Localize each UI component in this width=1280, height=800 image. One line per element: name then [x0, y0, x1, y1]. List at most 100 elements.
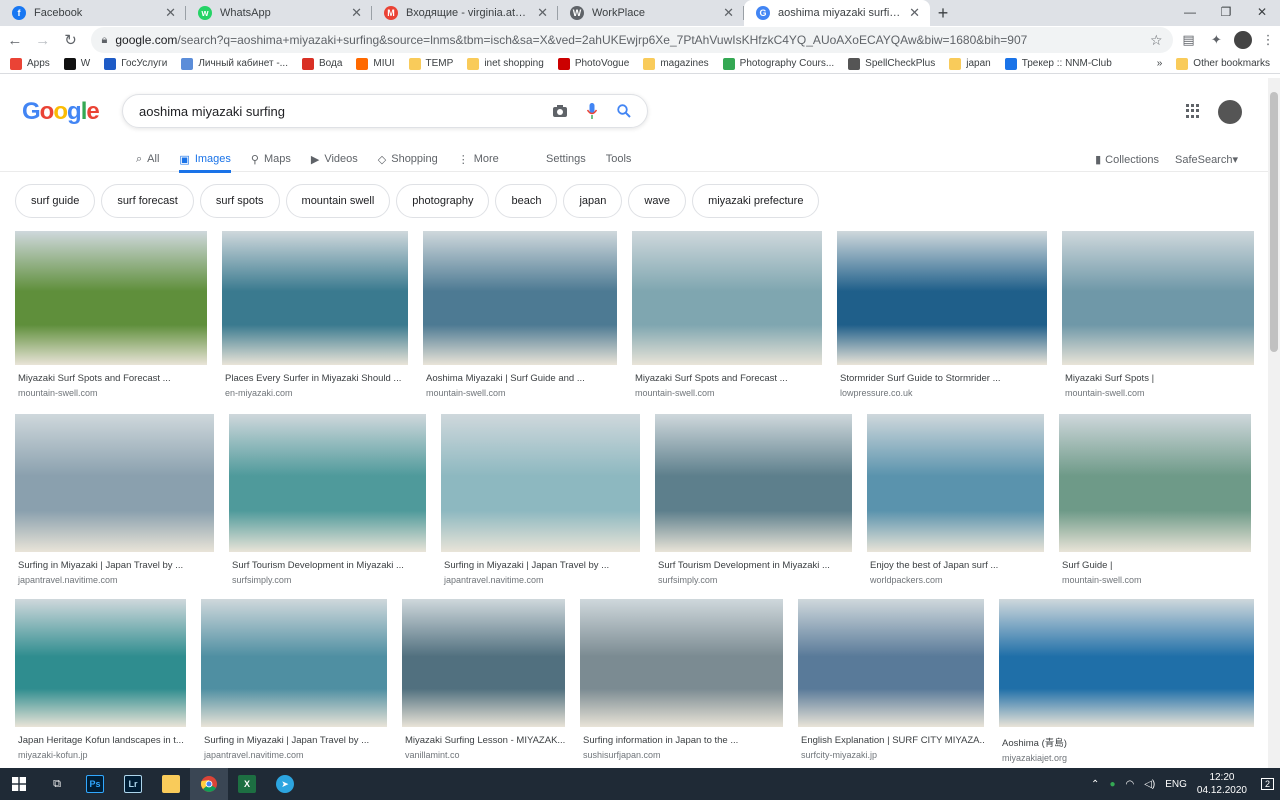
puzzle-extensions-icon[interactable]: ✦ [1204, 28, 1228, 52]
bookmark-item[interactable]: Вода [302, 57, 342, 70]
result-source[interactable]: surfcity-miyazaki.jp [798, 750, 984, 760]
google-logo[interactable]: Google [22, 98, 100, 126]
result-title[interactable]: Aoshima Miyazaki | Surf Guide and ... [423, 373, 617, 384]
bookmark-item[interactable]: MIUI [356, 57, 395, 70]
related-chip[interactable]: mountain swell [285, 184, 391, 218]
result-source[interactable]: japantravel.navitime.com [441, 575, 640, 585]
result-title[interactable]: Surfing in Miyazaki | Japan Travel by ..… [441, 560, 640, 571]
scrollbar-thumb[interactable] [1270, 92, 1278, 352]
collections-link[interactable]: ▮ Collections [1095, 153, 1159, 166]
bookmark-item[interactable]: PhotoVogue [557, 57, 629, 70]
tools-link[interactable]: Tools [606, 153, 632, 165]
new-tab-button[interactable]: + [930, 0, 956, 26]
result-thumbnail[interactable] [655, 414, 852, 552]
result-title[interactable]: Places Every Surfer in Miyazaki Should .… [222, 373, 408, 384]
google-apps-icon[interactable] [1186, 104, 1200, 118]
tray-overflow-icon[interactable]: ⌃ [1091, 779, 1099, 790]
tray-app-icon[interactable]: ● [1109, 779, 1115, 790]
search-icon[interactable] [613, 100, 635, 122]
result-title[interactable]: Surfing in Miyazaki | Japan Travel by ..… [15, 560, 214, 571]
result-thumbnail[interactable] [798, 599, 984, 727]
image-result[interactable]: Surfing in Miyazaki | Japan Travel by ..… [15, 414, 214, 585]
excel-icon[interactable]: X [228, 768, 266, 800]
bookmark-item[interactable]: magazines [643, 57, 709, 70]
bookmark-item[interactable]: japan [949, 57, 991, 70]
minimize-icon[interactable]: — [1172, 0, 1208, 24]
notifications-icon[interactable]: 2 [1260, 778, 1274, 790]
wifi-icon[interactable]: ◠ [1125, 779, 1134, 790]
browser-menu-icon[interactable]: ⋮ [1256, 28, 1280, 52]
chrome-icon[interactable] [190, 768, 228, 800]
forward-icon[interactable]: → [30, 27, 56, 53]
result-source[interactable]: mountain-swell.com [632, 388, 822, 398]
result-thumbnail[interactable] [867, 414, 1044, 552]
tab-images[interactable]: ▣ Images [179, 146, 232, 173]
result-title[interactable]: Miyazaki Surf Spots | [1062, 373, 1254, 384]
result-title[interactable]: Enjoy the best of Japan surf ... [867, 560, 1044, 571]
image-result[interactable]: Surf Tourism Development in Miyazaki ...… [655, 414, 852, 585]
file-explorer-icon[interactable] [152, 768, 190, 800]
bookmark-item[interactable]: Apps [10, 57, 50, 70]
related-chip[interactable]: beach [495, 184, 558, 218]
search-box[interactable]: aoshima miyazaki surfing [122, 94, 648, 128]
result-title[interactable]: Aoshima (青島) [999, 735, 1254, 749]
result-source[interactable]: miyazaki-kofun.jp [15, 750, 186, 760]
lightroom-icon[interactable]: Lr [114, 768, 152, 800]
result-title[interactable]: English Explanation | SURF CITY MIYAZA..… [798, 735, 984, 746]
result-thumbnail[interactable] [229, 414, 426, 552]
bookmark-item[interactable]: SpellCheckPlus [848, 57, 935, 70]
restore-icon[interactable]: ❐ [1208, 0, 1244, 24]
result-title[interactable]: Surf Tourism Development in Miyazaki ... [229, 560, 426, 571]
related-chip[interactable]: miyazaki prefecture [692, 184, 820, 218]
bookmark-item[interactable]: ГосУслуги [104, 57, 167, 70]
result-thumbnail[interactable] [15, 231, 207, 365]
image-result[interactable]: Aoshima (青島) miyazakiajet.org [999, 599, 1254, 763]
image-result[interactable]: Surfing in Miyazaki | Japan Travel by ..… [441, 414, 640, 585]
page-scrollbar[interactable] [1268, 78, 1280, 768]
tab-close-icon[interactable]: ✕ [165, 5, 176, 21]
result-thumbnail[interactable] [222, 231, 408, 365]
clock[interactable]: 12:20 04.12.2020 [1197, 771, 1247, 797]
image-result[interactable]: Enjoy the best of Japan surf ... worldpac… [867, 414, 1044, 585]
result-title[interactable]: Surfing information in Japan to the ... [580, 735, 783, 746]
result-source[interactable]: surfsimply.com [229, 575, 426, 585]
omnibox[interactable]: 🔒︎ google.com/search?q=aoshima+miyazaki+… [91, 27, 1173, 53]
camera-icon[interactable] [549, 100, 571, 122]
result-title[interactable]: Miyazaki Surf Spots and Forecast ... [632, 373, 822, 384]
result-thumbnail[interactable] [441, 414, 640, 552]
task-view-icon[interactable]: ⧉ [38, 768, 76, 800]
browser-tab[interactable]: w WhatsApp ✕ [186, 0, 372, 26]
result-title[interactable]: Japan Heritage Kofun landscapes in t... [15, 735, 186, 746]
tab-close-icon[interactable]: ✕ [723, 5, 734, 21]
volume-icon[interactable]: ◁) [1144, 779, 1155, 790]
result-title[interactable]: Surfing in Miyazaki | Japan Travel by ..… [201, 735, 387, 746]
result-source[interactable]: japantravel.navitime.com [201, 750, 387, 760]
tab-videos[interactable]: ▶ Videos [311, 146, 358, 172]
result-source[interactable]: mountain-swell.com [423, 388, 617, 398]
related-chip[interactable]: photography [396, 184, 490, 218]
bookmark-star-icon[interactable]: ☆ [1150, 32, 1163, 49]
result-source[interactable]: vanillamint.co [402, 750, 565, 760]
tab-maps[interactable]: ⚲ Maps [251, 146, 291, 172]
bookmark-item[interactable]: TEMP [408, 57, 453, 70]
result-source[interactable]: sushisurfjapan.com [580, 750, 783, 760]
result-thumbnail[interactable] [15, 414, 214, 552]
result-thumbnail[interactable] [15, 599, 186, 727]
related-chip[interactable]: surf forecast [101, 184, 194, 218]
account-avatar[interactable] [1218, 100, 1242, 124]
result-source[interactable]: japantravel.navitime.com [15, 575, 214, 585]
windows-start-icon[interactable] [0, 768, 38, 800]
related-chip[interactable]: surf guide [15, 184, 96, 218]
result-title[interactable]: Stormrider Surf Guide to Stormrider ... [837, 373, 1047, 384]
back-icon[interactable]: ← [2, 27, 28, 53]
tab-close-icon[interactable]: ✕ [351, 5, 362, 21]
image-result[interactable]: Stormrider Surf Guide to Stormrider ... l… [837, 231, 1047, 398]
result-source[interactable]: miyazakiajet.org [999, 753, 1254, 763]
browser-tab[interactable]: W WorkPlace ✕ [558, 0, 744, 26]
image-result[interactable]: English Explanation | SURF CITY MIYAZA..… [798, 599, 984, 763]
result-title[interactable]: Surf Tourism Development in Miyazaki ... [655, 560, 852, 571]
browser-tab[interactable]: Gaoshima miyazaki surfing - Goog ✕ [744, 0, 930, 26]
related-chip[interactable]: wave [628, 184, 687, 218]
image-result[interactable]: Surfing information in Japan to the ... s… [580, 599, 783, 763]
result-source[interactable]: mountain-swell.com [1059, 575, 1251, 585]
